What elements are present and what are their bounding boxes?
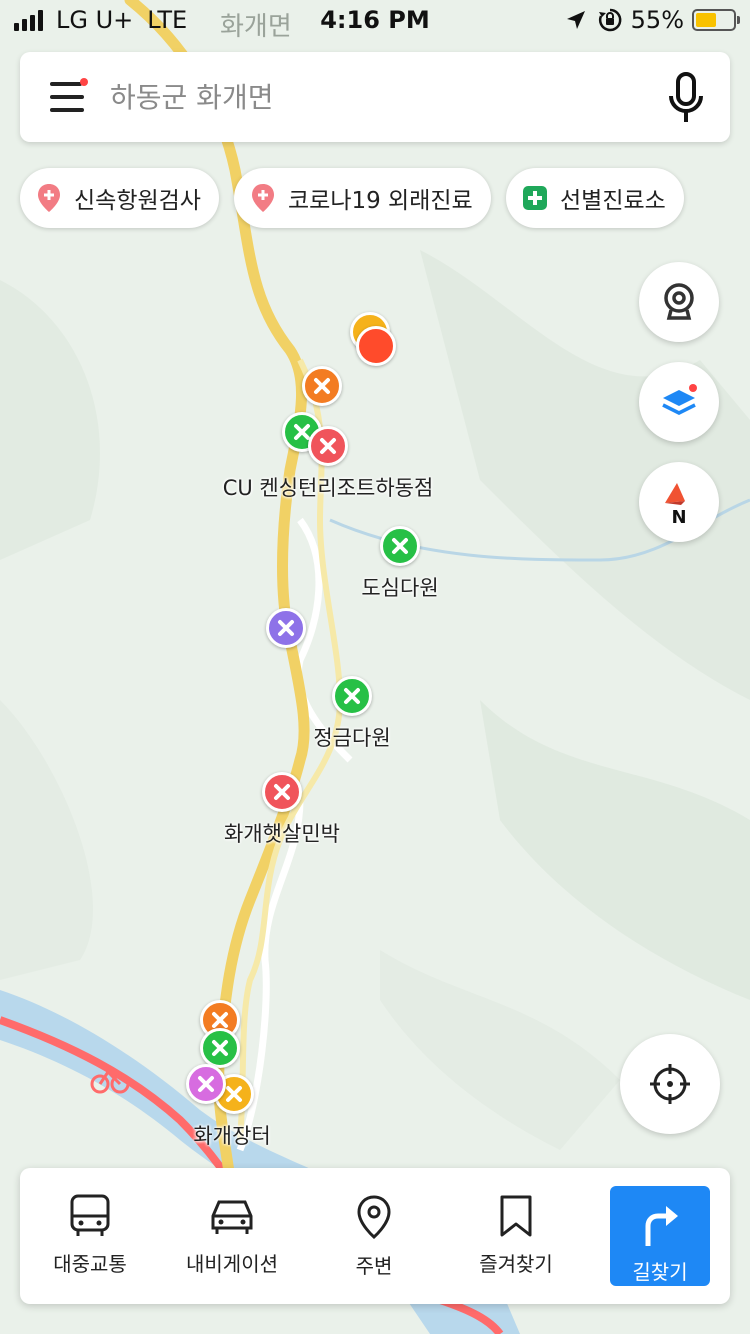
pin-icon bbox=[38, 184, 60, 212]
chip-screening-clinic[interactable]: 선별진료소 bbox=[506, 168, 684, 228]
marker-current-red[interactable] bbox=[356, 326, 396, 366]
marker-pink-1[interactable] bbox=[186, 1064, 226, 1104]
pin-outline-icon bbox=[357, 1195, 391, 1239]
search-input[interactable] bbox=[110, 76, 630, 118]
bottom-nav: 대중교통 내비게이션 주변 즐겨찾기 길찾기 bbox=[20, 1168, 730, 1304]
battery-icon bbox=[692, 9, 740, 31]
microphone-icon[interactable] bbox=[666, 72, 706, 124]
close-icon bbox=[198, 1076, 214, 1092]
menu-icon[interactable] bbox=[50, 78, 90, 114]
location-arrow-icon bbox=[566, 11, 585, 29]
tab-label: 내비게이션 bbox=[186, 1252, 278, 1276]
tab-nearby[interactable]: 주변 bbox=[314, 1168, 434, 1304]
medical-cross-icon bbox=[523, 186, 547, 210]
label-cu[interactable]: CU 켄싱턴리조트하동점 bbox=[223, 472, 434, 502]
close-icon bbox=[314, 378, 330, 394]
car-icon bbox=[211, 1200, 253, 1234]
marker-green-jeonggeum[interactable] bbox=[332, 676, 372, 716]
close-icon bbox=[274, 784, 290, 800]
layers-button[interactable] bbox=[639, 362, 719, 442]
marker-green-dosim[interactable] bbox=[380, 526, 420, 566]
label-jeonggeum[interactable]: 정금다원 bbox=[313, 722, 390, 752]
current-location-icon bbox=[650, 1064, 690, 1104]
tab-label: 대중교통 bbox=[53, 1252, 127, 1276]
close-icon bbox=[212, 1012, 228, 1028]
tab-label: 주변 bbox=[355, 1254, 393, 1278]
close-icon bbox=[278, 620, 294, 636]
layers-icon bbox=[662, 384, 697, 415]
chip-covid-outpatient[interactable]: 코로나19 외래진료 bbox=[234, 168, 491, 228]
tab-public-transit[interactable]: 대중교통 bbox=[30, 1168, 150, 1304]
chip-label: 신속항원검사 bbox=[74, 188, 201, 214]
chip-label: 선별진료소 bbox=[560, 188, 666, 214]
marker-red-1[interactable] bbox=[308, 426, 348, 466]
marker-orange-1[interactable] bbox=[302, 366, 342, 406]
close-icon bbox=[320, 438, 336, 454]
battery-percent: 55% bbox=[630, 6, 684, 34]
close-icon bbox=[212, 1040, 228, 1056]
directions-label: 길찾기 bbox=[632, 1260, 688, 1284]
close-icon bbox=[344, 688, 360, 704]
compass-button[interactable]: N bbox=[639, 462, 719, 542]
tab-navigation[interactable]: 내비게이션 bbox=[172, 1168, 292, 1304]
turn-right-arrow-icon bbox=[645, 1206, 678, 1246]
rotation-lock-icon bbox=[598, 8, 622, 32]
cctv-button[interactable] bbox=[639, 262, 719, 342]
close-icon bbox=[392, 538, 408, 554]
pin-icon bbox=[252, 184, 274, 212]
directions-button[interactable]: 길찾기 bbox=[610, 1186, 710, 1286]
label-hwagae-hat[interactable]: 화개햇살민박 bbox=[224, 818, 340, 848]
close-icon bbox=[226, 1086, 242, 1102]
chip-label: 코로나19 외래진료 bbox=[288, 188, 473, 214]
current-location-button[interactable] bbox=[620, 1034, 720, 1134]
status-bar: LG U+ LTE 화개면 4:16 PM 55% bbox=[0, 0, 750, 42]
marker-purple-1[interactable] bbox=[266, 608, 306, 648]
notification-dot bbox=[80, 78, 88, 86]
cctv-icon bbox=[664, 283, 694, 320]
marker-green-2[interactable] bbox=[200, 1028, 240, 1068]
marker-red-hwagae-hat[interactable] bbox=[262, 772, 302, 812]
bookmark-icon bbox=[500, 1195, 532, 1237]
compass-icon: N bbox=[665, 483, 687, 525]
chip-rapid-antigen-test[interactable]: 신속항원검사 bbox=[20, 168, 219, 228]
tab-label: 즐겨찾기 bbox=[479, 1252, 553, 1276]
bus-icon bbox=[70, 1194, 110, 1236]
tab-favorites[interactable]: 즐겨찾기 bbox=[456, 1168, 576, 1304]
compass-letter: N bbox=[671, 507, 686, 525]
search-bar bbox=[20, 52, 730, 142]
label-dosim[interactable]: 도심다원 bbox=[361, 572, 438, 602]
label-jangter[interactable]: 화개장터 bbox=[193, 1120, 270, 1150]
